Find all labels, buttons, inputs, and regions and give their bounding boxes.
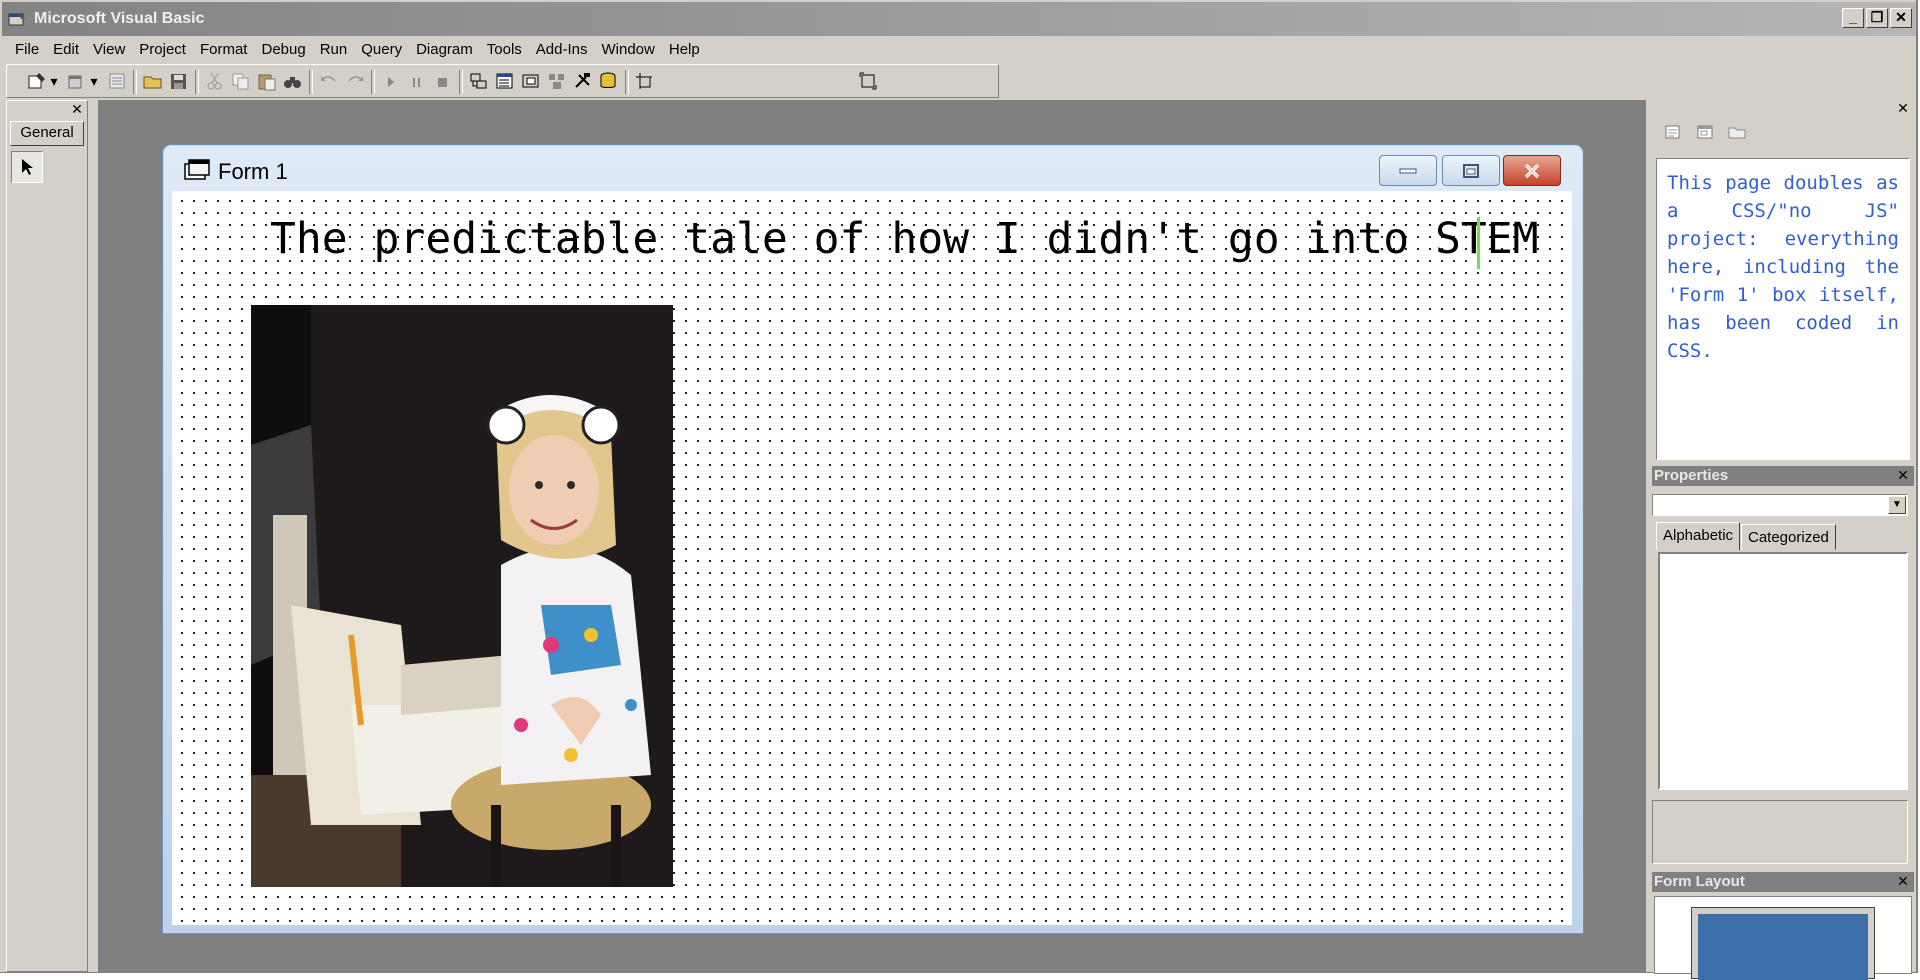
break-icon[interactable] xyxy=(405,70,429,92)
project-explorer-panel: ✕ This page doubles as a CSS/"no JS" pro… xyxy=(1652,100,1914,460)
object-selector-combo[interactable]: ▼ xyxy=(1652,494,1908,516)
view-object-icon[interactable] xyxy=(1692,120,1718,144)
toolbox-close-icon[interactable]: ✕ xyxy=(69,102,85,117)
form-window[interactable]: Form 1 The predictable tale of how I did… xyxy=(162,144,1584,934)
size-indicator-icon xyxy=(857,70,881,92)
open-project-icon[interactable] xyxy=(141,70,165,92)
menu-project[interactable]: Project xyxy=(132,38,193,62)
data-view-icon[interactable] xyxy=(597,70,621,92)
add-form-icon[interactable] xyxy=(65,70,89,92)
project-explorer-icon[interactable] xyxy=(467,70,491,92)
menu-bar: File Edit View Project Format Debug Run … xyxy=(8,38,707,62)
toolbar-separator xyxy=(309,70,313,94)
combo-dropdown-icon[interactable]: ▼ xyxy=(1888,496,1906,514)
add-project-icon[interactable] xyxy=(25,70,49,92)
find-icon[interactable] xyxy=(281,70,305,92)
menu-window[interactable]: Window xyxy=(595,38,662,62)
layout-form-thumbnail[interactable] xyxy=(1691,907,1875,980)
text-cursor xyxy=(1477,217,1480,269)
menu-query[interactable]: Query xyxy=(354,38,409,62)
end-icon[interactable] xyxy=(431,70,455,92)
menu-format[interactable]: Format xyxy=(193,38,255,62)
toolbox-tab-general[interactable]: General xyxy=(10,121,84,146)
menu-diagram[interactable]: Diagram xyxy=(409,38,480,62)
save-project-icon[interactable] xyxy=(167,70,191,92)
toolbar-separator xyxy=(625,70,629,94)
standard-toolbar: ▾ ▾ xyxy=(6,64,999,98)
menu-edit[interactable]: Edit xyxy=(46,38,86,62)
mdi-workspace: Form 1 The predictable tale of how I did… xyxy=(98,100,1646,972)
properties-grid[interactable] xyxy=(1658,552,1908,790)
menu-add-ins[interactable]: Add-Ins xyxy=(529,38,595,62)
menu-help[interactable]: Help xyxy=(662,38,707,62)
toolbox-panel: ✕ General xyxy=(6,100,88,972)
title-bar: Microsoft Visual Basic _ ❐ ✕ xyxy=(2,2,1916,36)
cut-icon[interactable] xyxy=(203,70,227,92)
start-icon[interactable] xyxy=(379,70,403,92)
paste-icon[interactable] xyxy=(255,70,279,92)
add-project-dropdown-icon[interactable]: ▾ xyxy=(49,70,59,92)
menu-run[interactable]: Run xyxy=(313,38,355,62)
menu-editor-icon[interactable] xyxy=(105,70,129,92)
form-layout-icon[interactable] xyxy=(519,70,543,92)
form-heading-label[interactable]: The predictable tale of how I didn't go … xyxy=(270,211,1539,267)
project-toolbar xyxy=(1660,120,1750,144)
close-button[interactable]: ✕ xyxy=(1890,8,1912,28)
project-close-icon[interactable]: ✕ xyxy=(1895,101,1911,116)
menu-file[interactable]: File xyxy=(8,38,46,62)
form-design-canvas[interactable]: The predictable tale of how I didn't go … xyxy=(172,191,1572,925)
toolbar-separator xyxy=(133,70,137,94)
menu-view[interactable]: View xyxy=(86,38,132,62)
pointer-icon[interactable] xyxy=(11,151,43,183)
restore-button[interactable]: ❐ xyxy=(1866,8,1888,28)
layout-form-client xyxy=(1698,914,1868,980)
form-layout-preview xyxy=(1654,896,1912,980)
form-maximize-button[interactable] xyxy=(1442,155,1500,186)
toolbar-separator xyxy=(459,70,463,94)
properties-title: Properties xyxy=(1652,466,1914,486)
vb-app-icon xyxy=(8,12,25,26)
form-icon xyxy=(184,159,210,180)
form-title: Form 1 xyxy=(218,159,288,184)
properties-window-icon[interactable] xyxy=(493,70,517,92)
copy-icon[interactable] xyxy=(229,70,253,92)
toolbar-separator xyxy=(371,70,375,94)
menu-tools[interactable]: Tools xyxy=(480,38,529,62)
vb-ide-window: Microsoft Visual Basic _ ❐ ✕ File Edit V… xyxy=(0,0,1918,980)
form-layout-close-icon[interactable]: ✕ xyxy=(1895,874,1911,889)
menu-debug[interactable]: Debug xyxy=(254,38,312,62)
form-close-button[interactable] xyxy=(1503,155,1561,186)
properties-close-icon[interactable]: ✕ xyxy=(1895,468,1911,483)
toggle-folders-icon[interactable] xyxy=(1724,120,1750,144)
property-description-pane xyxy=(1652,800,1908,864)
window-title: Microsoft Visual Basic xyxy=(34,10,205,27)
minimize-button[interactable]: _ xyxy=(1842,8,1864,28)
position-indicator-icon xyxy=(633,70,657,92)
form-layout-title: Form Layout xyxy=(1652,872,1914,892)
tab-categorized[interactable]: Categorized xyxy=(1741,524,1836,550)
object-browser-icon[interactable] xyxy=(545,70,569,92)
toolbox-icon[interactable] xyxy=(571,70,595,92)
tab-alphabetic[interactable]: Alphabetic xyxy=(1656,522,1741,550)
project-note-text: This page doubles as a CSS/"no JS" proje… xyxy=(1656,158,1910,460)
view-code-icon[interactable] xyxy=(1660,120,1686,144)
toolbar-separator xyxy=(195,70,199,94)
childhood-photo xyxy=(251,305,673,887)
redo-icon[interactable] xyxy=(343,70,367,92)
undo-icon[interactable] xyxy=(317,70,341,92)
form-minimize-button[interactable] xyxy=(1379,155,1437,186)
add-form-dropdown-icon[interactable]: ▾ xyxy=(89,70,99,92)
